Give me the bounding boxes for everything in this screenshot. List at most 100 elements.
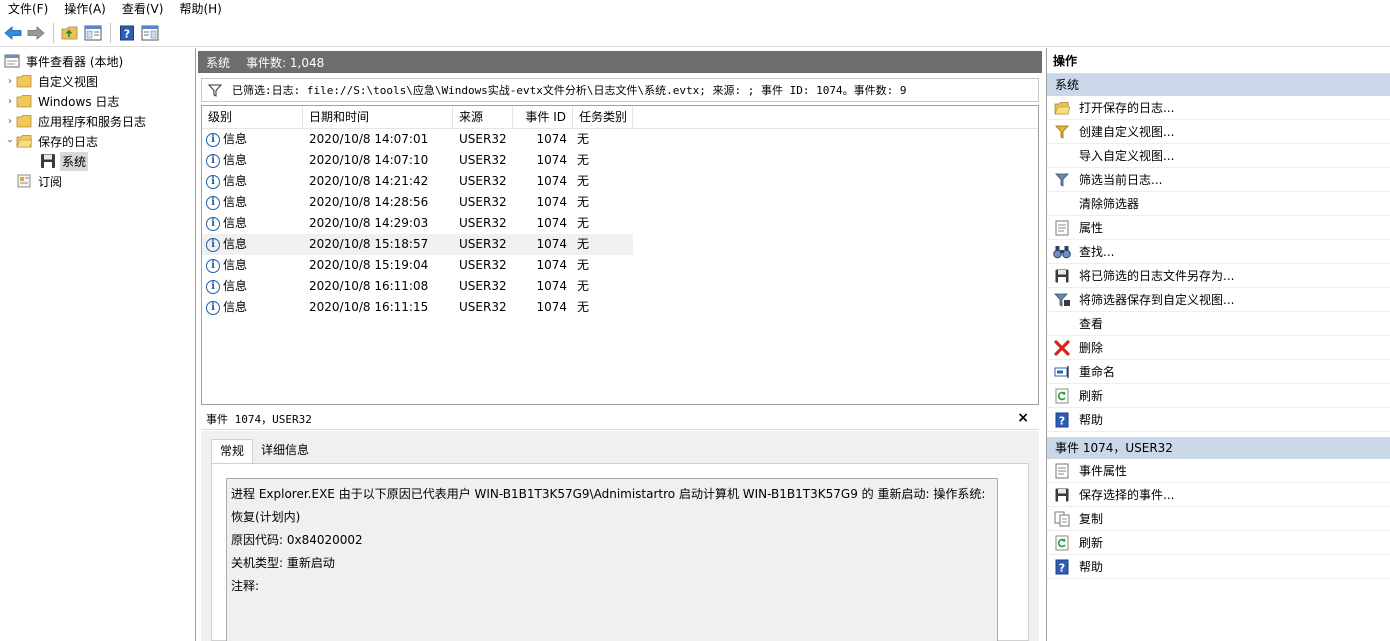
folder-up-icon xyxy=(61,26,78,39)
date-cell: 2020/10/8 14:07:01 xyxy=(309,132,429,146)
table-row[interactable]: i 信息 2020/10/8 14:29:03 USER32 1074 无 xyxy=(202,213,1038,234)
tree-item-custom-views[interactable]: › 自定义视图 xyxy=(0,71,195,91)
action-properties[interactable]: 属性 xyxy=(1047,216,1390,240)
date-cell: 2020/10/8 14:07:10 xyxy=(309,153,429,167)
action-label: 保存选择的事件... xyxy=(1079,488,1175,502)
column-header-task-category[interactable]: 任务类别 xyxy=(573,106,633,129)
tree-item-system-log[interactable]: 系统 xyxy=(0,151,195,171)
actions-section-system[interactable]: 系统 xyxy=(1047,74,1390,96)
level-text: 信息 xyxy=(223,237,248,251)
toolbar: ? xyxy=(0,19,1390,47)
action-copy[interactable]: 复制 xyxy=(1047,507,1390,531)
info-icon: i xyxy=(206,153,220,168)
date-cell: 2020/10/8 14:29:03 xyxy=(309,216,429,230)
tree-item-subscriptions[interactable]: 订阅 xyxy=(0,171,195,191)
delete-icon xyxy=(1053,339,1071,357)
general-tab-panel: 进程 Explorer.EXE 由于以下原因已代表用户 WIN-B1B1T3K5… xyxy=(211,463,1029,641)
show-hide-tree-button[interactable] xyxy=(82,22,104,44)
level-text: 信息 xyxy=(223,153,248,167)
chevron-right-icon[interactable]: › xyxy=(4,71,16,91)
forward-button[interactable] xyxy=(25,22,47,44)
info-icon: i xyxy=(206,174,220,189)
action-save-filter-to-custom-view[interactable]: 将筛选器保存到自定义视图... xyxy=(1047,288,1390,312)
action-save-filtered-log-as[interactable]: 将已筛选的日志文件另存为... xyxy=(1047,264,1390,288)
menu-action[interactable]: 操作(A) xyxy=(60,0,110,18)
source-cell: USER32 xyxy=(459,279,507,293)
tree-item-windows-logs[interactable]: › Windows 日志 xyxy=(0,91,195,111)
refresh-icon xyxy=(1053,534,1071,552)
action-open-saved-log[interactable]: 打开保存的日志... xyxy=(1047,96,1390,120)
back-button[interactable] xyxy=(2,22,24,44)
filter-description: 已筛选:日志: file://S:\tools\应急\Windows实战-evt… xyxy=(232,84,907,97)
action-save-selected-events[interactable]: 保存选择的事件... xyxy=(1047,483,1390,507)
table-row[interactable]: i 信息 2020/10/8 14:21:42 USER32 1074 无 xyxy=(202,171,1038,192)
action-help-event[interactable]: ? 帮助 xyxy=(1047,555,1390,579)
up-folder-button[interactable] xyxy=(59,22,81,44)
help-button[interactable]: ? xyxy=(116,22,138,44)
menu-help[interactable]: 帮助(H) xyxy=(175,0,225,18)
table-row[interactable]: i 信息 2020/10/8 14:28:56 USER32 1074 无 xyxy=(202,192,1038,213)
column-header-level[interactable]: 级别 xyxy=(202,106,303,129)
console-tree: 事件查看器 (本地) › 自定义视图 › Windows 日志 › 应用程序和服… xyxy=(0,48,196,641)
event-viewer-icon xyxy=(4,53,20,69)
action-rename[interactable]: 重命名 xyxy=(1047,360,1390,384)
info-icon: i xyxy=(206,195,220,210)
event-detail-header: 事件 1074，USER32 × xyxy=(201,408,1039,430)
menu-file[interactable]: 文件(F) xyxy=(4,0,52,18)
action-refresh-event[interactable]: 刷新 xyxy=(1047,531,1390,555)
level-text: 信息 xyxy=(223,300,248,314)
action-delete[interactable]: 删除 xyxy=(1047,336,1390,360)
action-label: 查看 xyxy=(1079,317,1104,331)
level-text: 信息 xyxy=(223,279,248,293)
event-grid: ^ 级别 日期和时间 来源 事件 ID 任务类别 i 信息 2020/10/8 1… xyxy=(201,105,1039,405)
action-import-custom-view[interactable]: 导入自定义视图... xyxy=(1047,144,1390,168)
action-help[interactable]: ? 帮助 xyxy=(1047,408,1390,432)
date-cell: 2020/10/8 16:11:15 xyxy=(309,300,429,314)
level-cell: i 信息 xyxy=(202,171,303,192)
tab-details[interactable]: 详细信息 xyxy=(253,439,317,463)
event-message-box[interactable]: 进程 Explorer.EXE 由于以下原因已代表用户 WIN-B1B1T3K5… xyxy=(226,478,998,641)
tree-item-event-viewer-root[interactable]: 事件查看器 (本地) xyxy=(0,51,195,71)
action-event-properties[interactable]: 事件属性 xyxy=(1047,459,1390,483)
action-find[interactable]: 查找... xyxy=(1047,240,1390,264)
chevron-right-icon[interactable]: › xyxy=(4,111,16,131)
column-header-event-id[interactable]: 事件 ID xyxy=(513,106,573,129)
action-clear-filter[interactable]: 清除筛选器 xyxy=(1047,192,1390,216)
table-row[interactable]: i 信息 2020/10/8 15:18:57 USER32 1074 无 xyxy=(202,234,633,255)
chevron-down-icon[interactable]: › xyxy=(0,135,20,147)
task-cell: 无 xyxy=(577,216,590,230)
level-text: 信息 xyxy=(223,195,248,209)
table-row[interactable]: i 信息 2020/10/8 14:07:01 USER32 1074 无 xyxy=(202,129,1038,150)
action-label: 创建自定义视图... xyxy=(1079,125,1175,139)
info-icon: i xyxy=(206,237,220,252)
rename-icon xyxy=(1053,363,1071,381)
tree-item-app-service-logs[interactable]: › 应用程序和服务日志 xyxy=(0,111,195,131)
table-row[interactable]: i 信息 2020/10/8 16:11:15 USER32 1074 无 xyxy=(202,297,1038,318)
actions-section-event[interactable]: 事件 1074，USER32 xyxy=(1047,437,1390,459)
table-row[interactable]: i 信息 2020/10/8 16:11:08 USER32 1074 无 xyxy=(202,276,1038,297)
event-id-cell: 1074 xyxy=(536,237,567,251)
action-label: 查找... xyxy=(1079,245,1115,259)
action-create-custom-view[interactable]: 创建自定义视图... xyxy=(1047,120,1390,144)
action-label: 打开保存的日志... xyxy=(1079,101,1175,115)
log-title: 系统 xyxy=(206,55,231,70)
tree-item-saved-logs[interactable]: › 保存的日志 xyxy=(0,131,195,151)
show-hide-action-pane-button[interactable] xyxy=(139,22,161,44)
table-row[interactable]: i 信息 2020/10/8 14:07:10 USER32 1074 无 xyxy=(202,150,1038,171)
task-cell: 无 xyxy=(577,153,590,167)
action-label: 帮助 xyxy=(1079,413,1104,427)
event-message-line: 进程 Explorer.EXE 由于以下原因已代表用户 WIN-B1B1T3K5… xyxy=(231,487,986,524)
menu-view[interactable]: 查看(V) xyxy=(118,0,168,18)
level-cell: i 信息 xyxy=(202,276,303,297)
action-view[interactable]: 查看 xyxy=(1047,312,1390,336)
table-row[interactable]: i 信息 2020/10/8 15:19:04 USER32 1074 无 xyxy=(202,255,1038,276)
chevron-right-icon[interactable]: › xyxy=(4,91,16,111)
column-header-source[interactable]: 来源 xyxy=(453,106,513,129)
action-filter-current-log[interactable]: 筛选当前日志... xyxy=(1047,168,1390,192)
level-cell: i 信息 xyxy=(202,192,303,213)
action-refresh[interactable]: 刷新 xyxy=(1047,384,1390,408)
action-label: 刷新 xyxy=(1079,389,1104,403)
tab-general[interactable]: 常规 xyxy=(211,439,254,465)
close-icon[interactable]: × xyxy=(1017,410,1029,426)
task-cell: 无 xyxy=(577,237,590,251)
